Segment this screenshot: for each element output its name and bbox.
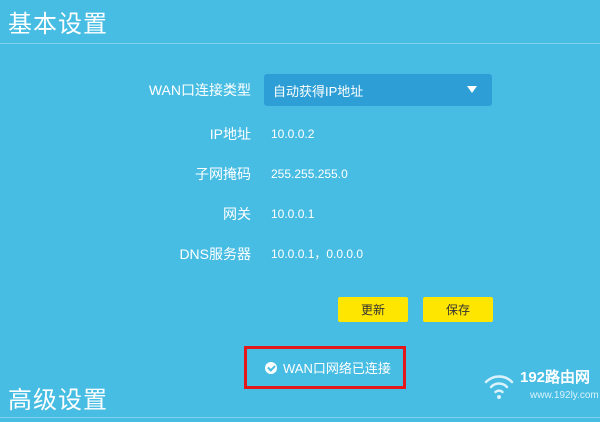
basic-settings-title: 基本设置: [8, 11, 108, 38]
wan-type-row: WAN口连接类型 自动获得IP地址: [0, 74, 600, 106]
ip-address-label: IP地址: [209, 126, 251, 142]
gateway-label: 网关: [223, 206, 251, 222]
refresh-button[interactable]: 更新: [338, 297, 408, 322]
ip-address-value: 10.0.0.2: [271, 127, 315, 141]
wan-type-label: WAN口连接类型: [148, 82, 251, 98]
save-button[interactable]: 保存: [423, 297, 493, 322]
router-settings-page: 基本设置 WAN口连接类型 自动获得IP地址 IP地址 10.0.0.2 子网掩…: [0, 0, 600, 422]
dns-row: DNS服务器 10.0.0.1，0.0.0.0: [0, 238, 600, 270]
gateway-row: 网关 10.0.0.1: [0, 198, 600, 230]
wan-type-selected: 自动获得IP地址: [273, 83, 364, 99]
section-divider: [0, 417, 600, 418]
watermark-brand: 192路由网: [520, 369, 591, 386]
wan-type-select[interactable]: 自动获得IP地址: [264, 74, 492, 106]
dns-value: 10.0.0.1，0.0.0.0: [271, 247, 364, 261]
advanced-settings-title[interactable]: 高级设置: [8, 380, 108, 415]
ip-address-row: IP地址 10.0.0.2: [0, 118, 600, 150]
subnet-mask-row: 子网掩码 255.255.255.0: [0, 158, 600, 190]
section-divider: [0, 43, 600, 44]
watermark: 192路由网 www.192ly.com: [482, 362, 599, 408]
dns-label: DNS服务器: [179, 246, 251, 262]
subnet-mask-value: 255.255.255.0: [271, 167, 348, 181]
wifi-icon: [484, 375, 514, 399]
caret-down-icon: [467, 86, 477, 93]
wan-status-highlight: WAN口网络已连接: [244, 346, 406, 389]
check-circle-icon: [265, 361, 277, 374]
wan-status-text: WAN口网络已连接: [283, 361, 391, 376]
subnet-mask-label: 子网掩码: [195, 166, 251, 182]
watermark-url: www.192ly.com: [530, 390, 599, 401]
gateway-value: 10.0.0.1: [271, 207, 315, 221]
